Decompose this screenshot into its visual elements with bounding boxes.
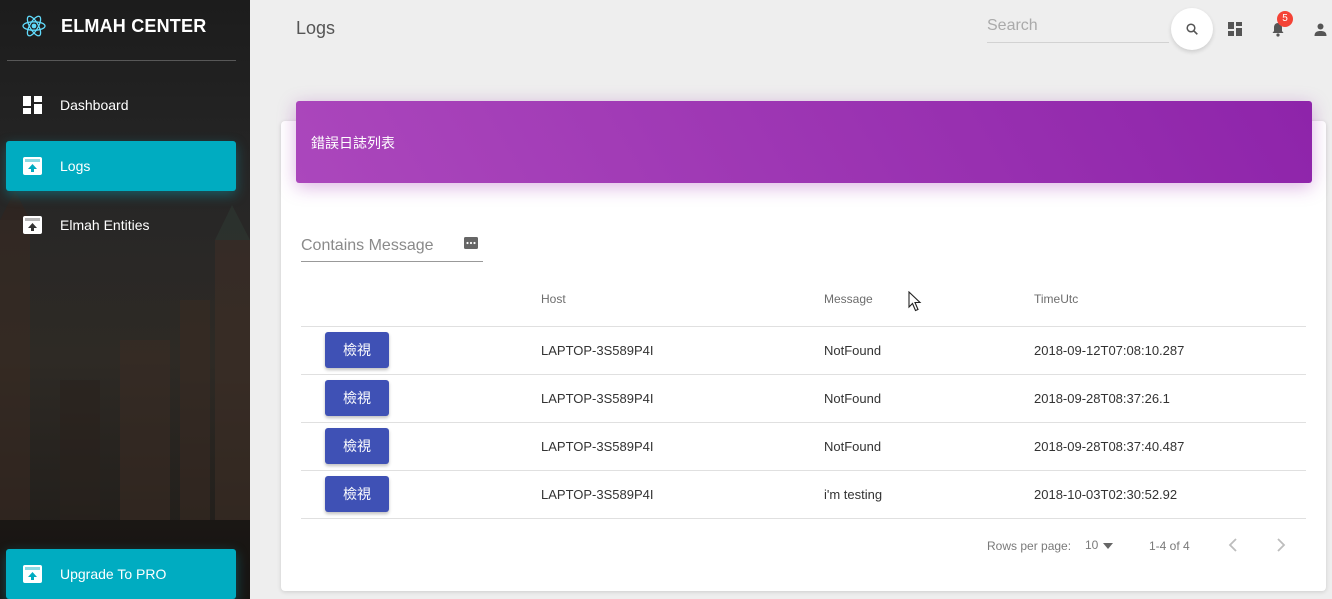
upgrade-to-pro-button[interactable]: Upgrade To PRO bbox=[6, 549, 236, 599]
host-cell: LAPTOP-3S589P4I bbox=[541, 439, 654, 454]
brand-name: ELMAH CENTER bbox=[61, 16, 207, 36]
table-row: 檢視 LAPTOP-3S589P4I NotFound 2018-09-28T0… bbox=[301, 374, 1306, 422]
divider bbox=[7, 60, 236, 61]
host-cell: LAPTOP-3S589P4I bbox=[541, 343, 654, 358]
sidebar: ELMAH CENTER Dashboard Logs Elmah Entiti… bbox=[0, 0, 250, 599]
react-icon bbox=[22, 15, 46, 37]
more-horiz-icon[interactable] bbox=[464, 237, 478, 249]
mouse-cursor-icon bbox=[908, 291, 922, 312]
table-row: 檢視 LAPTOP-3S589P4I NotFound 2018-09-12T0… bbox=[301, 326, 1306, 374]
upgrade-label: Upgrade To PRO bbox=[60, 566, 167, 582]
divider bbox=[301, 518, 1306, 519]
search-icon bbox=[1186, 23, 1198, 35]
card-header: 錯誤日誌列表 bbox=[296, 101, 1312, 183]
message-filter[interactable] bbox=[301, 230, 483, 262]
card-title: 錯誤日誌列表 bbox=[311, 135, 395, 151]
sidebar-item-elmah-entities[interactable]: Elmah Entities bbox=[6, 200, 236, 250]
person-icon[interactable] bbox=[1314, 23, 1327, 36]
host-cell: LAPTOP-3S589P4I bbox=[541, 487, 654, 502]
dashboard-icon bbox=[23, 96, 42, 114]
sidebar-item-logs[interactable]: Logs bbox=[6, 141, 236, 191]
dashboard-icon[interactable] bbox=[1228, 22, 1242, 36]
sidebar-item-dashboard[interactable]: Dashboard bbox=[6, 80, 236, 130]
time-cell: 2018-09-12T07:08:10.287 bbox=[1034, 343, 1185, 358]
search-field[interactable] bbox=[987, 12, 1169, 43]
sidebar-item-label: Logs bbox=[60, 158, 91, 174]
message-cell: NotFound bbox=[824, 391, 882, 406]
view-button[interactable]: 檢視 bbox=[325, 332, 389, 368]
view-button[interactable]: 檢視 bbox=[325, 380, 389, 416]
brand-logo[interactable]: ELMAH CENTER bbox=[0, 0, 250, 60]
previous-page-icon[interactable] bbox=[1228, 537, 1238, 553]
column-header-message[interactable]: Message bbox=[824, 292, 873, 306]
column-header-timeutc[interactable]: TimeUtc bbox=[1034, 292, 1078, 306]
unarchive-icon bbox=[23, 216, 42, 234]
sidebar-item-label: Dashboard bbox=[60, 97, 129, 113]
contains-message-input[interactable] bbox=[301, 234, 451, 258]
pagination-range: 1-4 of 4 bbox=[1149, 539, 1190, 553]
time-cell: 2018-10-03T02:30:52.92 bbox=[1034, 487, 1178, 502]
notification-badge: 5 bbox=[1277, 11, 1293, 27]
time-cell: 2018-09-28T08:37:40.487 bbox=[1034, 439, 1185, 454]
unarchive-icon bbox=[23, 565, 42, 583]
rows-per-page-value: 10 bbox=[1085, 538, 1099, 552]
message-cell: NotFound bbox=[824, 343, 882, 358]
view-button[interactable]: 檢視 bbox=[325, 428, 389, 464]
unarchive-icon bbox=[23, 157, 42, 175]
view-button[interactable]: 檢視 bbox=[325, 476, 389, 512]
table-row: 檢視 LAPTOP-3S589P4I NotFound 2018-09-28T0… bbox=[301, 422, 1306, 470]
time-cell: 2018-09-28T08:37:26.1 bbox=[1034, 391, 1170, 406]
message-cell: NotFound bbox=[824, 439, 882, 454]
table-row: 檢視 LAPTOP-3S589P4I i'm testing 2018-10-0… bbox=[301, 470, 1306, 518]
sidebar-item-label: Elmah Entities bbox=[60, 217, 150, 233]
search-button[interactable] bbox=[1171, 8, 1213, 50]
dropdown-arrow-icon bbox=[1102, 542, 1113, 549]
next-page-icon[interactable] bbox=[1276, 537, 1286, 553]
page-title: Logs bbox=[296, 18, 336, 38]
rows-per-page-label: Rows per page: bbox=[987, 539, 1072, 553]
column-header-host[interactable]: Host bbox=[541, 292, 566, 306]
search-input[interactable] bbox=[987, 12, 1169, 40]
rows-per-page-select[interactable]: 10 bbox=[1085, 538, 1113, 552]
message-cell: i'm testing bbox=[824, 487, 883, 502]
host-cell: LAPTOP-3S589P4I bbox=[541, 391, 654, 406]
